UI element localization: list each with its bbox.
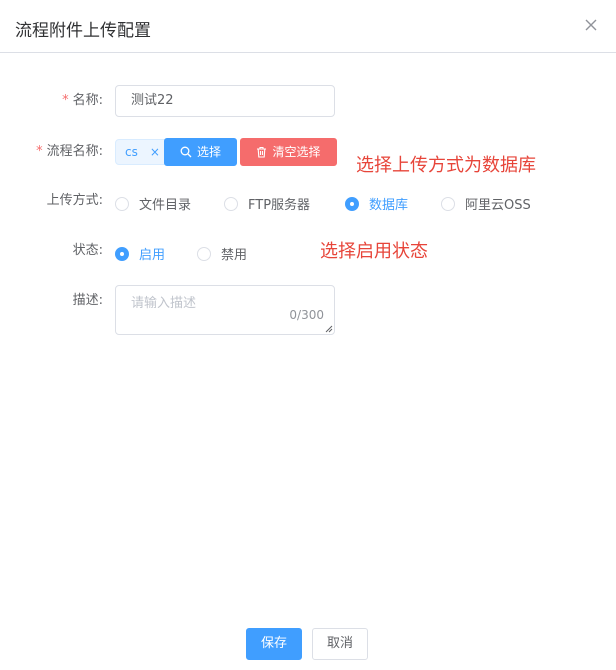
radio-enabled[interactable]: 启用 [115, 244, 165, 263]
upload-row: 上传方式: 文件目录 FTP服务器 数据库 阿里云OSS [0, 192, 616, 213]
radio-ftp-server[interactable]: FTP服务器 [224, 194, 310, 213]
radio-aliyun-oss[interactable]: 阿里云OSS [441, 194, 531, 213]
radio-circle [441, 196, 455, 211]
name-input[interactable]: 测试22 [115, 85, 335, 117]
description-textarea[interactable]: 请输入描述 0/300 [115, 285, 335, 335]
radio-circle [197, 246, 211, 261]
cancel-button[interactable]: 取消 [312, 628, 368, 660]
status-label: 状态: [72, 243, 103, 258]
dialog-title: 流程附件上传配置 [15, 21, 151, 41]
process-tag: cs × [115, 139, 169, 165]
annotation-upload: 选择上传方式为数据库 [356, 155, 536, 176]
close-icon[interactable] [584, 18, 600, 34]
resize-handle-icon[interactable] [325, 325, 333, 333]
char-counter: 0/300 [289, 308, 324, 322]
radio-circle-checked [345, 196, 359, 211]
clear-selection-button[interactable]: 清空选择 [240, 138, 337, 166]
required-mark: * [36, 144, 43, 159]
dialog-header: 流程附件上传配置 [0, 0, 616, 53]
select-process-button[interactable]: 选择 [164, 138, 237, 166]
description-row: 描述: 请输入描述 0/300 [0, 285, 616, 335]
radio-database[interactable]: 数据库 [345, 194, 408, 213]
upload-config-dialog: 流程附件上传配置 * 名称: 测试22 * 流程名称: cs × 选择 清空选择 选… [0, 0, 616, 670]
search-icon [180, 146, 192, 158]
name-row: * 名称: 测试22 [0, 85, 616, 117]
radio-circle-checked [115, 246, 129, 261]
radio-circle [115, 196, 129, 211]
tag-close-icon[interactable]: × [150, 140, 160, 164]
required-mark: * [62, 93, 69, 108]
radio-circle [224, 196, 238, 211]
upload-label: 上传方式: [46, 193, 103, 208]
status-row: 状态: 启用 禁用 [0, 242, 616, 263]
clear-button-label: 清空选择 [272, 145, 321, 159]
description-label: 描述: [72, 293, 103, 308]
select-button-label: 选择 [196, 145, 221, 159]
name-label: * 名称: [62, 93, 103, 108]
process-tag-label: cs [125, 145, 138, 159]
trash-icon [257, 146, 267, 158]
process-label: * 流程名称: [36, 144, 103, 159]
description-placeholder: 请输入描述 [131, 296, 197, 311]
radio-file-directory[interactable]: 文件目录 [115, 194, 191, 213]
radio-disabled[interactable]: 禁用 [197, 244, 247, 263]
save-button[interactable]: 保存 [246, 628, 302, 660]
